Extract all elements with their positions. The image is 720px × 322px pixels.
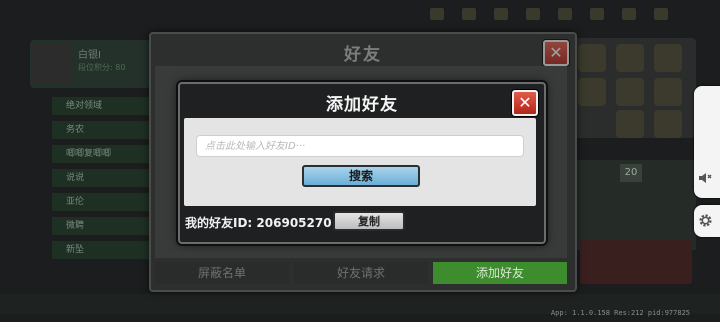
right-feature-panel [572,38,696,138]
counter-badge: 20 [620,164,642,182]
add-friend-close-button[interactable]: ✕ [512,90,538,116]
my-friend-id-value: 206905270 [256,216,332,230]
list-item: 绝对领域 [52,97,152,115]
tab-friend-requests[interactable]: 好友请求 [294,262,428,284]
tab-add-friend[interactable]: 添加好友 [433,262,567,284]
copy-id-button[interactable]: 复制 [333,211,405,231]
mode-banner [580,240,692,284]
sound-side-button[interactable] [694,86,720,198]
friends-tab-bar: 屏蔽名单 好友请求 添加好友 [155,262,567,284]
top-resource-bar [430,8,710,22]
friends-close-button[interactable]: ✕ [543,40,569,66]
add-friend-dialog: 添加好友 ✕ 搜索 我的好友ID: 206905270 复制 [178,82,546,244]
list-item: 说说 [52,169,152,187]
my-friend-id: 我的好友ID: 206905270 [185,214,332,231]
add-friend-title: 添加好友 [326,95,398,115]
list-item: 亚伦 [52,193,152,211]
speaker-icon [698,172,712,188]
player-name: 白银I [78,50,101,61]
settings-side-button[interactable] [694,205,720,237]
list-item: 务农 [52,121,152,139]
avatar [32,44,72,84]
list-item: 微聘 [52,217,152,235]
gear-icon [698,213,713,232]
status-text: App: 1.1.0.158 Res:212 pid:977825 [550,309,690,317]
close-icon: ✕ [549,43,563,62]
tab-blocked-list[interactable]: 屏蔽名单 [155,262,289,284]
friend-id-input[interactable] [196,135,524,157]
list-item: 新坠 [52,241,152,259]
friends-dialog-title: 好友 [344,45,382,65]
player-rank-points: 段位积分: 80 [78,63,126,72]
my-friend-id-label: 我的好友ID: [185,216,253,230]
player-card: 白银I 段位积分: 80 [30,40,150,88]
list-item: 唧唧复唧唧 [52,145,152,163]
add-friend-form: 搜索 [184,118,536,206]
search-button[interactable]: 搜索 [302,165,420,187]
close-icon: ✕ [518,93,532,112]
